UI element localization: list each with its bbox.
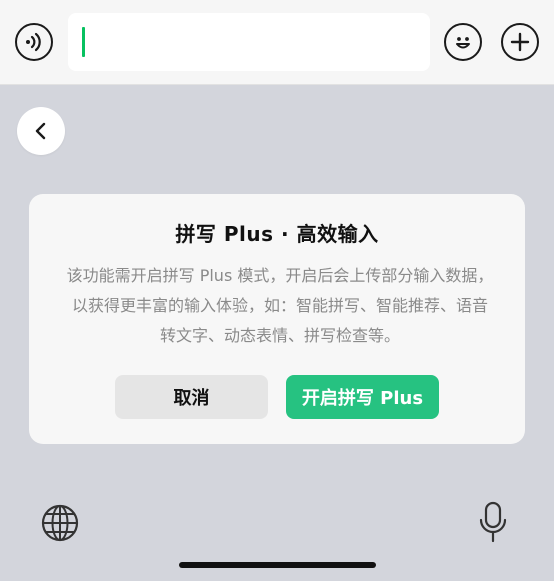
plus-button[interactable] (501, 23, 539, 61)
microphone-icon (479, 501, 507, 543)
voice-icon (26, 32, 41, 52)
cancel-button[interactable]: 取消 (115, 375, 268, 419)
dialog-title: 拼写 Plus · 高效输入 (175, 222, 379, 246)
chat-input-bar (0, 0, 554, 85)
voice-input-button[interactable] (15, 23, 53, 61)
plus-icon (510, 32, 530, 52)
language-switch-button[interactable] (40, 503, 80, 547)
spelling-plus-dialog: 拼写 Plus · 高效输入 该功能需开启拼写 Plus 模式，开启后会上传部分… (29, 194, 525, 444)
globe-icon (41, 504, 79, 542)
text-caret (82, 27, 85, 57)
enable-spelling-plus-button[interactable]: 开启拼写 Plus (286, 375, 439, 419)
home-indicator (179, 562, 376, 568)
message-input[interactable] (68, 13, 430, 71)
dialog-description: 该功能需开启拼写 Plus 模式，开启后会上传部分输入数据，以获得更丰富的输入体… (66, 266, 494, 345)
emoji-icon (456, 37, 470, 49)
dictation-button[interactable] (478, 501, 508, 549)
emoji-button[interactable] (444, 23, 482, 61)
chevron-left-icon (35, 122, 46, 140)
back-button[interactable] (17, 107, 65, 155)
